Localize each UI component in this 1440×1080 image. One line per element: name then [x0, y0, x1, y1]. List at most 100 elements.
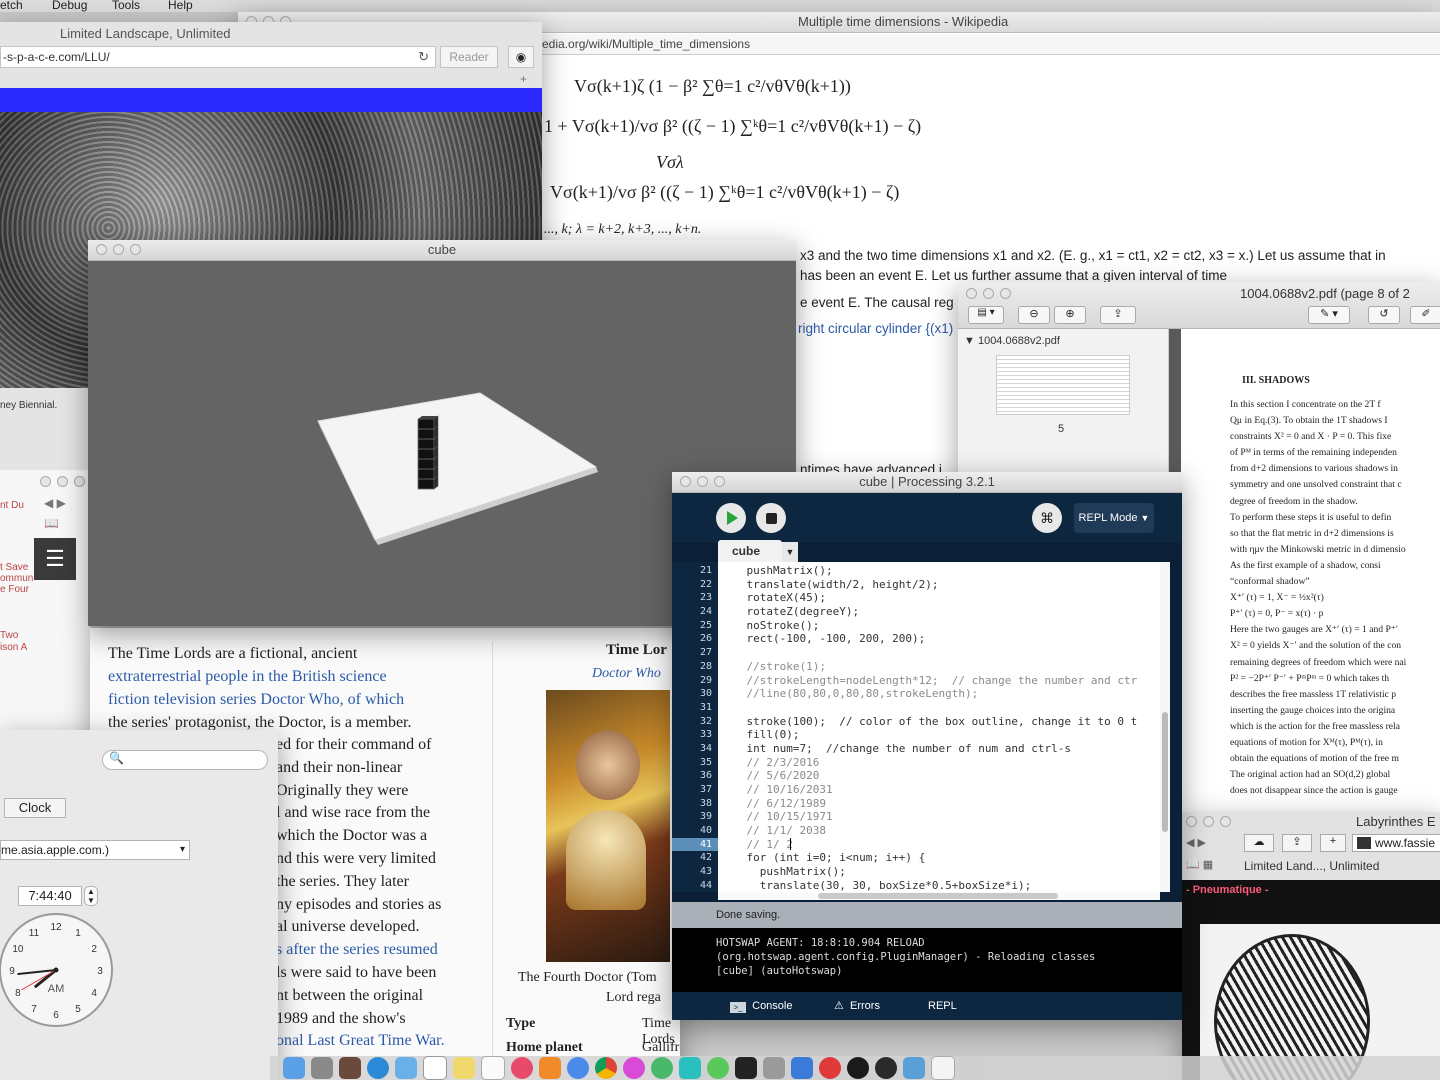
page-thumbnail[interactable] [996, 355, 1130, 415]
reader-button[interactable]: Reader [440, 46, 498, 68]
ruler-icon[interactable] [679, 1057, 701, 1079]
address-bar[interactable]: edia.org/wiki/Multiple_time_dimensions [538, 34, 1440, 55]
para-2: has been an event E. Let us further assu… [800, 268, 1227, 283]
minimize-icon[interactable] [697, 476, 708, 487]
zoom-icon[interactable] [1000, 288, 1011, 299]
zoom-icon[interactable] [714, 476, 725, 487]
time-stepper[interactable]: ▲ ▼ [84, 886, 98, 906]
music-icon[interactable] [511, 1057, 533, 1079]
cont-line[interactable]: s after the series resumed [276, 939, 486, 962]
activity-icon[interactable] [735, 1057, 757, 1079]
tasks-icon[interactable] [791, 1057, 813, 1079]
close-icon[interactable] [680, 476, 691, 487]
cont-line[interactable]: onal Last Great Time War. [276, 1030, 486, 1053]
mail-icon[interactable] [395, 1057, 417, 1079]
close-icon[interactable] [40, 476, 51, 487]
menu-help[interactable]: Help [168, 0, 193, 11]
notes-icon[interactable] [453, 1057, 475, 1079]
folder-icon[interactable] [903, 1057, 925, 1079]
close-icon[interactable] [96, 244, 107, 255]
code-line: rect(-100, -100, 200, 200); [720, 632, 926, 646]
minimize-icon[interactable] [113, 244, 124, 255]
pdf-text-line: “conformal shadow” [1230, 576, 1310, 588]
minimize-icon[interactable] [57, 476, 68, 487]
bookmark-grid-icon[interactable]: 📖 ▦ [1186, 858, 1213, 871]
globe-icon[interactable] [651, 1057, 673, 1079]
new-tab-icon[interactable]: + [520, 72, 527, 86]
time-server-select[interactable]: me.asia.apple.com.) ▾ [0, 840, 190, 860]
share-icon[interactable]: ⇪ [1282, 834, 1312, 852]
stop-button[interactable] [756, 503, 786, 533]
books-icon[interactable] [539, 1057, 561, 1079]
nav-buttons[interactable]: ◀ ▶ [1186, 836, 1206, 849]
opera-icon[interactable] [819, 1057, 841, 1079]
minimize-icon[interactable] [1203, 816, 1214, 827]
mode-selector[interactable]: REPL Mode ▼ [1074, 503, 1154, 533]
minimize-icon[interactable] [983, 288, 994, 299]
add-tab-icon[interactable]: + [1320, 834, 1346, 852]
photo-icon[interactable] [339, 1057, 361, 1079]
trash-icon[interactable] [961, 1057, 983, 1079]
pdf-text-line: which is the action for the free massles… [1230, 720, 1400, 732]
tab-menu-button[interactable]: ▼ [782, 542, 798, 562]
appstore-icon[interactable] [567, 1057, 589, 1079]
zoom-icon[interactable] [1220, 816, 1231, 827]
back-icon[interactable]: ◀ ▶ [44, 496, 66, 510]
safari-address-bar[interactable]: -s-p-a-c-e.com/LLU/ ↻ [0, 46, 436, 68]
finder-icon[interactable] [283, 1057, 305, 1079]
settings-icon[interactable] [763, 1057, 785, 1079]
intro-line-2[interactable]: extraterrestrial people in the British s… [108, 665, 488, 688]
messages-icon[interactable] [707, 1057, 729, 1079]
close-icon[interactable] [966, 288, 977, 299]
markup-button[interactable]: ✎ ▾ [1308, 306, 1350, 324]
horizontal-scrollbar[interactable] [718, 892, 1160, 900]
infobox-subtitle[interactable]: Doctor Who [592, 666, 661, 682]
safari-icon[interactable] [367, 1057, 389, 1079]
intro-line-3[interactable]: fiction television series Doctor Who, of… [108, 688, 488, 711]
repl-tab[interactable]: REPL [928, 992, 957, 1020]
zoom-in-button[interactable]: ⊕ [1054, 306, 1086, 324]
sidebar-toggle-button[interactable]: ▤ ▾ [968, 306, 1004, 324]
scrollbar-thumb[interactable] [1162, 712, 1168, 832]
chrome-icon[interactable] [595, 1057, 617, 1079]
menu-tools[interactable]: Tools [112, 0, 140, 11]
time-field[interactable]: 7:44:40 [18, 886, 82, 906]
editor-tab-cube[interactable]: cube [718, 540, 782, 562]
code-editor[interactable]: pushMatrix(); translate(width/2, height/… [718, 562, 1160, 892]
line-number: 40 [699, 825, 712, 837]
menu-sketch[interactable]: etch [0, 0, 23, 11]
zoom-out-button[interactable]: ⊖ [1018, 306, 1050, 324]
errors-tab[interactable]: ⚠ Errors [834, 992, 880, 1020]
share-button[interactable]: ⇪ [1100, 306, 1136, 324]
bookmark-item[interactable]: Limited Land..., Unlimited [1244, 859, 1379, 873]
zoom-icon[interactable] [130, 244, 141, 255]
clock-tab[interactable]: Clock [4, 798, 66, 818]
flower-icon[interactable] [623, 1057, 645, 1079]
extension-icon[interactable]: ◉ [508, 46, 534, 68]
disclosure-triangle-icon[interactable]: ▼ [964, 335, 978, 347]
reminders-icon[interactable] [481, 1056, 505, 1080]
book-icon[interactable]: 📖 [44, 516, 59, 530]
zoom-icon[interactable] [74, 476, 85, 487]
editor-scrollbar[interactable] [1160, 562, 1170, 892]
console-tab[interactable]: >_ Console [730, 992, 792, 1020]
launchpad-icon[interactable] [311, 1057, 333, 1079]
calendar-icon[interactable] [423, 1056, 447, 1080]
icloud-icon[interactable]: ☁ [1244, 834, 1274, 852]
list-icon[interactable]: ☰ [34, 538, 76, 580]
document-icon[interactable] [931, 1056, 955, 1080]
search-field[interactable]: 🔍 [102, 750, 268, 770]
safari-right-address[interactable]: www.fassie [1352, 834, 1440, 852]
close-icon[interactable] [1186, 816, 1197, 827]
rotate-button[interactable]: ↺ [1368, 306, 1400, 324]
processing-icon[interactable] [847, 1057, 869, 1079]
debug-button[interactable]: ⌘ [1032, 503, 1062, 533]
menu-debug[interactable]: Debug [52, 0, 87, 11]
reload-icon[interactable]: ↻ [418, 47, 429, 67]
stacked-box [417, 478, 435, 490]
quicktime-icon[interactable] [875, 1057, 897, 1079]
para-4[interactable]: right circular cylinder {(x1) [798, 321, 953, 336]
edit-button[interactable]: ✐ [1410, 306, 1440, 324]
pdf-text-line: with ημν the Minkowski metric in d dimen… [1230, 543, 1406, 555]
run-button[interactable] [716, 503, 746, 533]
